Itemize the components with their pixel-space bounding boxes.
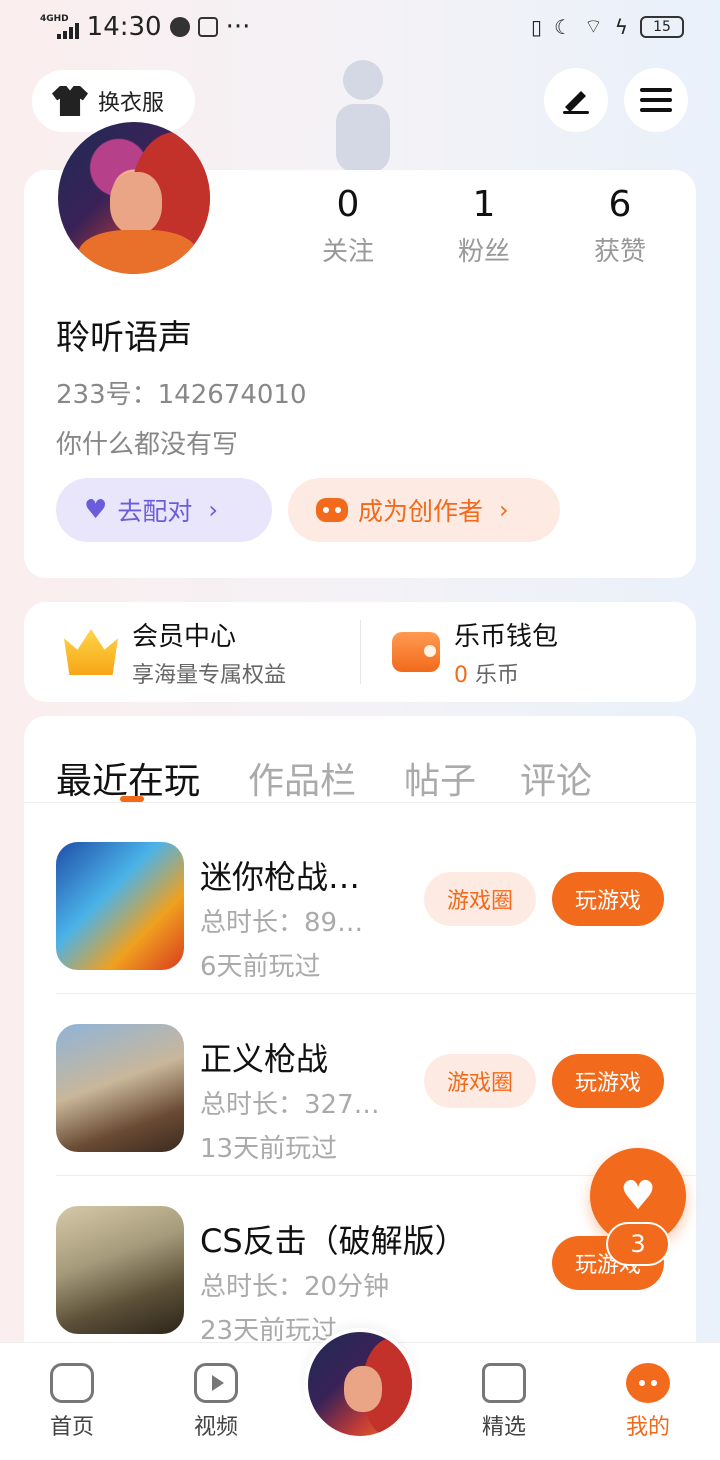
tab-posts[interactable]: 帖子 [404,752,476,804]
following-stat[interactable]: 0 关注 [298,184,398,268]
likes-count: 6 [608,184,632,225]
nav-featured-label: 精选 [481,1415,526,1440]
user-id: 233号：142674010 [56,380,307,410]
bio: 你什么都没有写 [56,430,239,460]
network-type: 4GHD [40,13,69,24]
game-circle-button[interactable]: 游戏圈 [424,1054,536,1108]
moon-icon: ☾ [554,14,572,39]
member-center-subtitle: 享海量专属权益 [132,662,287,688]
pair-label: 去配对 [117,497,193,526]
member-center[interactable]: 会员中心 享海量专属权益 [64,602,286,702]
play-game-button[interactable]: 玩游戏 [552,872,664,926]
nav-center-avatar[interactable] [304,1328,416,1440]
coin-wallet-title: 乐币钱包 [454,621,559,652]
chevron-right-icon: › [208,496,218,524]
notification-icon [169,17,190,37]
following-count: 0 [336,184,360,225]
nav-mine-label: 我的 [625,1415,670,1440]
member-center-title: 会员中心 [132,621,237,652]
game-playtime: 总时长：89… [200,908,364,938]
become-creator-button[interactable]: 成为创作者 › [288,478,560,542]
gamepad-icon [50,1363,94,1403]
pencil-icon [563,91,589,114]
avatar[interactable] [58,122,210,274]
avatar-figure-icon[interactable] [326,56,400,172]
divider [360,620,361,684]
likes-stat[interactable]: 6 获赞 [570,184,670,268]
nav-video[interactable]: 视频 [176,1363,256,1441]
followers-stat[interactable]: 1 粉丝 [434,184,534,268]
content-card: 最近在玩 作品栏 帖子 评论 迷你枪战… 总时长：89… 6天前玩过 游戏圈 玩… [24,716,696,1356]
signal-icon [56,23,79,39]
edit-button[interactable] [544,68,608,132]
game-row[interactable]: 迷你枪战… 总时长：89… 6天前玩过 游戏圈 玩游戏 [24,812,696,994]
change-outfit-label: 换衣服 [98,91,165,116]
change-outfit-button[interactable]: 换衣服 [32,70,195,132]
coin-amount: 0 [454,662,468,688]
play-game-button[interactable]: 玩游戏 [552,1054,664,1108]
coin-unit: 乐币 [475,662,520,688]
status-bar: 4GHD 14:30 ··· ▯ ☾ ⌔ ϟ 15 [0,0,720,56]
pair-button[interactable]: ♥ 去配对 › [56,478,272,542]
divider [24,802,696,803]
more-notifications: ··· [225,12,251,42]
coin-balance: 0 乐币 [454,657,558,689]
app-notification-icon [197,17,218,37]
wifi-icon: ⌔ [583,14,603,38]
heart-gem-icon [482,1363,526,1403]
chevron-right-icon: › [499,496,509,524]
clock: 14:30 [86,12,162,42]
menu-icon [640,88,672,112]
game-icon[interactable] [56,842,184,970]
menu-button[interactable] [624,68,688,132]
gamepad-icon [316,498,348,522]
game-icon[interactable] [56,1206,184,1334]
game-playtime: 总时长：327… [200,1090,380,1120]
following-label: 关注 [321,237,374,267]
game-name: CS反击（破解版） [200,1222,467,1260]
shirt-icon [52,86,88,116]
coin-wallet[interactable]: 乐币钱包 0 乐币 [392,602,558,702]
heart-icon: ♥ [620,1173,656,1219]
vip-wallet-card: 会员中心 享海量专属权益 乐币钱包 0 乐币 [24,602,696,702]
game-name: 正义枪战 [200,1040,329,1078]
crown-icon [64,629,118,675]
battery-icon: 15 [640,15,684,38]
creator-label: 成为创作者 [358,497,484,526]
nav-video-label: 视频 [193,1415,238,1440]
nav-featured[interactable]: 精选 [464,1363,544,1441]
nav-home[interactable]: 首页 [32,1363,112,1441]
nav-mine[interactable]: 我的 [608,1363,688,1441]
followers-count: 1 [472,184,496,225]
tab-comments[interactable]: 评论 [520,752,592,804]
play-icon [194,1363,238,1403]
charging-icon: ϟ [614,14,628,39]
game-icon[interactable] [56,1024,184,1152]
game-playtime: 总时长：20分钟 [200,1272,390,1302]
game-name: 迷你枪战… [200,858,361,896]
wallet-icon [392,632,440,672]
game-last-played: 13天前玩过 [200,1134,338,1164]
profile-icon [626,1363,670,1403]
nav-home-label: 首页 [49,1415,94,1440]
game-circle-button[interactable]: 游戏圈 [424,872,536,926]
followers-label: 粉丝 [457,237,510,267]
game-last-played: 6天前玩过 [200,952,321,982]
nickname: 聆听语声 [56,318,192,358]
likes-label: 获赞 [593,237,646,267]
heart-icon: ♥ [84,495,108,525]
vibrate-icon: ▯ [531,14,543,39]
favorites-badge: 3 [606,1222,670,1266]
game-row[interactable]: 正义枪战 总时长：327… 13天前玩过 游戏圈 玩游戏 [24,994,696,1176]
tab-works[interactable]: 作品栏 [248,752,356,804]
